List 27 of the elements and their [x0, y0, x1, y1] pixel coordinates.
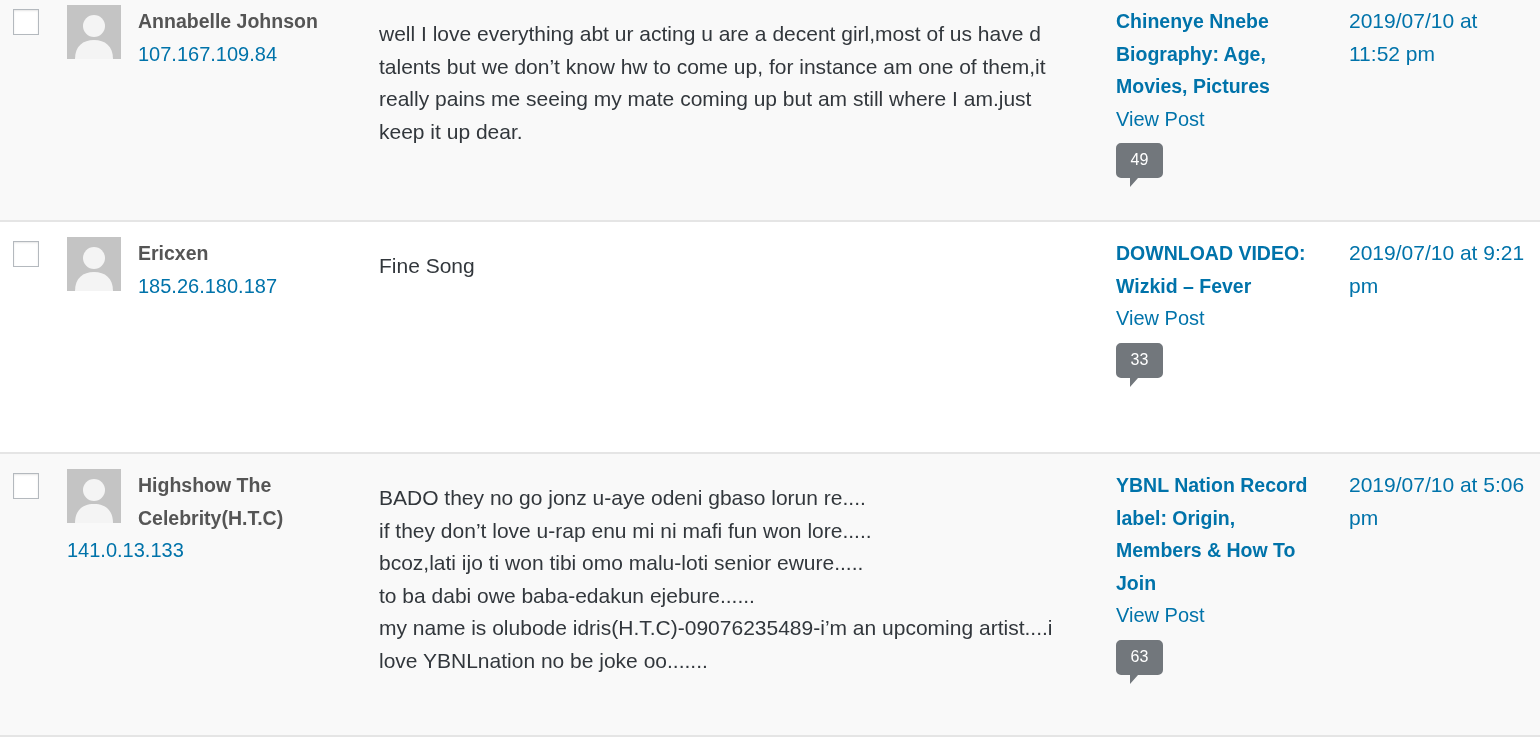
author-name: Ericxen — [138, 242, 209, 264]
author-ip-link[interactable]: 107.167.109.84 — [138, 42, 278, 65]
comment-text: BADO they no go jonz u-aye odeni gbaso lorun re.... if they don’t love u-rap enu mi ni mafi fun won lore..... bcoz,lati ijo ti won tibi omo malu-loti senior ewure..... to ba dabi owe baba-edakun ejebure...... my name is olubode idris(H.T.C)-09076235489-i’m an upcoming artist....i love YBNLnation no be joke oo....... — [379, 485, 1054, 674]
comment-count-bubble[interactable]: 49 — [1116, 143, 1163, 187]
post-title-link[interactable]: YBNL Nation Record label: Origin, Members & How To Join — [1116, 469, 1316, 599]
author-name: Annabelle Johnson — [138, 10, 318, 32]
comment-text: Fine Song — [379, 253, 476, 279]
author-name: Highshow The Celebrity(H.T.C) — [138, 474, 284, 529]
view-post-link[interactable]: View Post — [1116, 102, 1205, 135]
comment-count-bubble[interactable]: 33 — [1116, 342, 1163, 387]
comment-count-bubble[interactable]: 63 — [1116, 639, 1163, 684]
post-title-link[interactable]: Chinenye Nnebe Biography: Age, Movies, Pictures — [1116, 5, 1316, 103]
author-ip-link[interactable]: 141.0.13.133 — [67, 539, 184, 561]
author-ip-link[interactable]: 185.26.180.187 — [138, 274, 278, 297]
comment-date-link[interactable]: 2019/07/10 at 5:06 pm — [1349, 469, 1530, 534]
row-checkbox[interactable] — [13, 241, 39, 267]
row-checkbox[interactable] — [13, 473, 39, 499]
user-silhouette-icon — [67, 469, 121, 523]
post-title-link[interactable]: DOWNLOAD VIDEO: Wizkid – Fever — [1116, 237, 1316, 302]
view-post-link[interactable]: View Post — [1116, 599, 1205, 632]
row-checkbox[interactable] — [13, 9, 39, 35]
comment-text: well I love everything abt ur acting u are a decent girl,most of us have d talents but we don’t know hw to come up, for instance am one of them,it really pains me seeing my mate coming up but am still where I am.just keep it up dear. — [379, 21, 1047, 145]
view-post-link[interactable]: View Post — [1116, 302, 1205, 335]
comment-date-link[interactable]: 2019/07/10 at 9:21 pm — [1349, 237, 1530, 302]
user-silhouette-icon — [67, 5, 121, 59]
comment-date-link[interactable]: 2019/07/10 at 11:52 pm — [1349, 5, 1530, 70]
user-silhouette-icon — [67, 237, 121, 291]
